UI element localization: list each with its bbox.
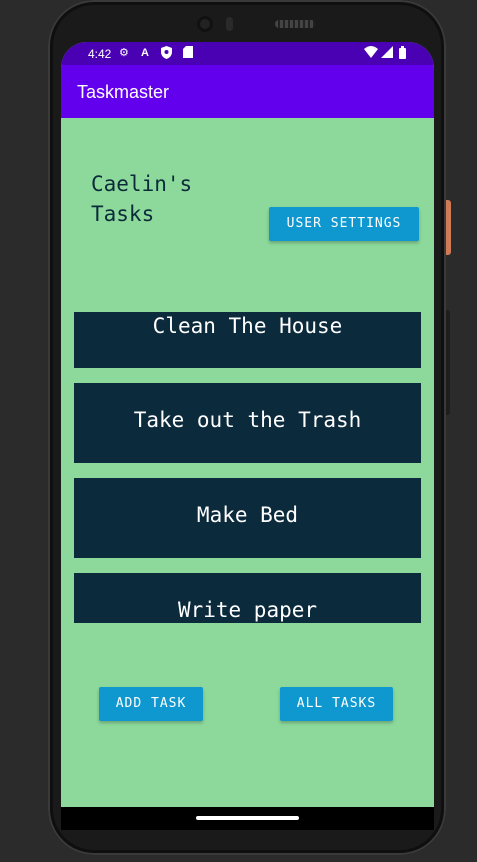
home-gesture-handle[interactable] [196, 816, 299, 820]
app-title: Taskmaster [77, 82, 170, 102]
main-content: Caelin's Tasks USER SETTINGS Clean The H… [61, 118, 434, 807]
task-item-clean-the-house[interactable]: Clean The House [74, 312, 421, 368]
shield-icon [161, 46, 172, 63]
status-time: 4:42 [88, 47, 112, 61]
a-icon: A [141, 47, 149, 59]
signal-icon [381, 46, 393, 62]
page-title: Caelin's Tasks [91, 172, 193, 226]
add-task-button[interactable]: ADD TASK [99, 687, 203, 721]
navigation-bar [61, 807, 434, 830]
status-bar: 4:42 ⚙ A [61, 42, 434, 65]
app-bar: Taskmaster [61, 65, 434, 118]
task-item-make-bed[interactable]: Make Bed [74, 478, 421, 558]
battery-icon [399, 46, 406, 63]
camera-icon [197, 16, 213, 32]
power-button[interactable] [446, 200, 451, 255]
volume-button[interactable] [446, 310, 450, 415]
sensor-icon [226, 17, 233, 31]
user-settings-button[interactable]: USER SETTINGS [269, 207, 419, 241]
gear-icon: ⚙ [119, 47, 129, 59]
sd-card-icon [183, 46, 193, 62]
wifi-icon [364, 46, 378, 62]
task-item-take-out-the-trash[interactable]: Take out the Trash [74, 383, 421, 463]
speaker-icon [275, 20, 315, 28]
phone-screen: 4:42 ⚙ A Taskmaster Caelin's Tasks USER … [61, 42, 434, 807]
task-item-write-paper[interactable]: Write paper [74, 573, 421, 623]
all-tasks-button[interactable]: ALL TASKS [280, 687, 393, 721]
